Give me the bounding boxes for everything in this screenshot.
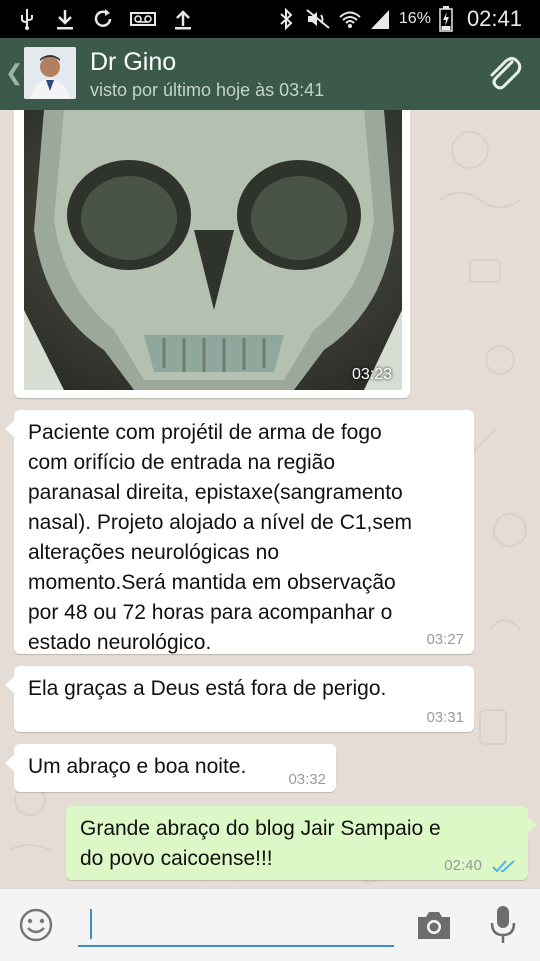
mute-icon <box>306 9 330 29</box>
camera-icon[interactable] <box>414 907 454 943</box>
voicemail-icon <box>130 12 156 26</box>
chat-header: ❮ Dr Gino visto por último hoje às 03:41 <box>0 38 540 110</box>
outgoing-message-bubble[interactable]: Grande abraço do blog Jair Sampaio e do … <box>66 806 537 880</box>
message-time: 03:23 <box>351 366 392 383</box>
message-meta: 02:40 <box>444 857 518 874</box>
microphone-icon[interactable] <box>488 903 518 947</box>
incoming-message-bubble[interactable]: Ela graças a Deus está fora de perigo. 0… <box>5 666 474 732</box>
emoji-icon[interactable] <box>18 907 54 943</box>
clock: 02:41 <box>466 6 522 31</box>
message-text: Grande abraço do blog Jair Sampaio e do … <box>80 817 441 870</box>
attach-icon[interactable] <box>482 52 526 96</box>
last-seen-status: visto por último hoje às 03:41 <box>90 80 325 100</box>
message-input[interactable] <box>78 903 394 947</box>
chat-area[interactable]: 03:23 Paciente com projétil de arma de f… <box>0 110 540 888</box>
bluetooth-icon <box>280 7 293 31</box>
incoming-message-bubble[interactable]: Um abraço e boa noite. 03:32 <box>5 744 336 792</box>
message-time: 03:32 <box>288 771 326 788</box>
usb-icon <box>21 9 33 30</box>
contact-name[interactable]: Dr Gino <box>90 48 176 77</box>
message-time: 03:31 <box>426 709 464 726</box>
image-message-bubble[interactable]: 03:23 <box>14 110 410 398</box>
upload-icon <box>175 10 191 30</box>
incoming-message-bubble[interactable]: Paciente com projétil de arma de fogo co… <box>5 410 474 654</box>
signal-icon <box>370 10 389 29</box>
sync-icon <box>94 9 112 27</box>
person-icon <box>24 47 76 99</box>
skull-scan-picture <box>24 110 402 390</box>
battery-icon <box>439 6 453 32</box>
battery-percent: 16% <box>398 10 431 27</box>
message-text: Um abraço e boa noite. <box>28 755 247 778</box>
message-input-bar <box>0 888 540 961</box>
message-text: Paciente com projétil de arma de fogo co… <box>28 421 413 654</box>
read-ticks-icon <box>492 860 515 873</box>
skull-ct-image[interactable] <box>24 110 402 390</box>
avatar[interactable] <box>24 47 76 99</box>
message-time: 03:27 <box>426 631 464 648</box>
wifi-icon <box>339 11 361 28</box>
download-icon <box>57 10 73 30</box>
message-time: 02:40 <box>444 857 482 874</box>
text-cursor <box>90 909 92 939</box>
status-bar: 16% 02:41 <box>0 0 540 38</box>
back-icon[interactable]: ❮ <box>5 60 23 86</box>
message-text: Ela graças a Deus está fora de perigo. <box>28 677 387 700</box>
